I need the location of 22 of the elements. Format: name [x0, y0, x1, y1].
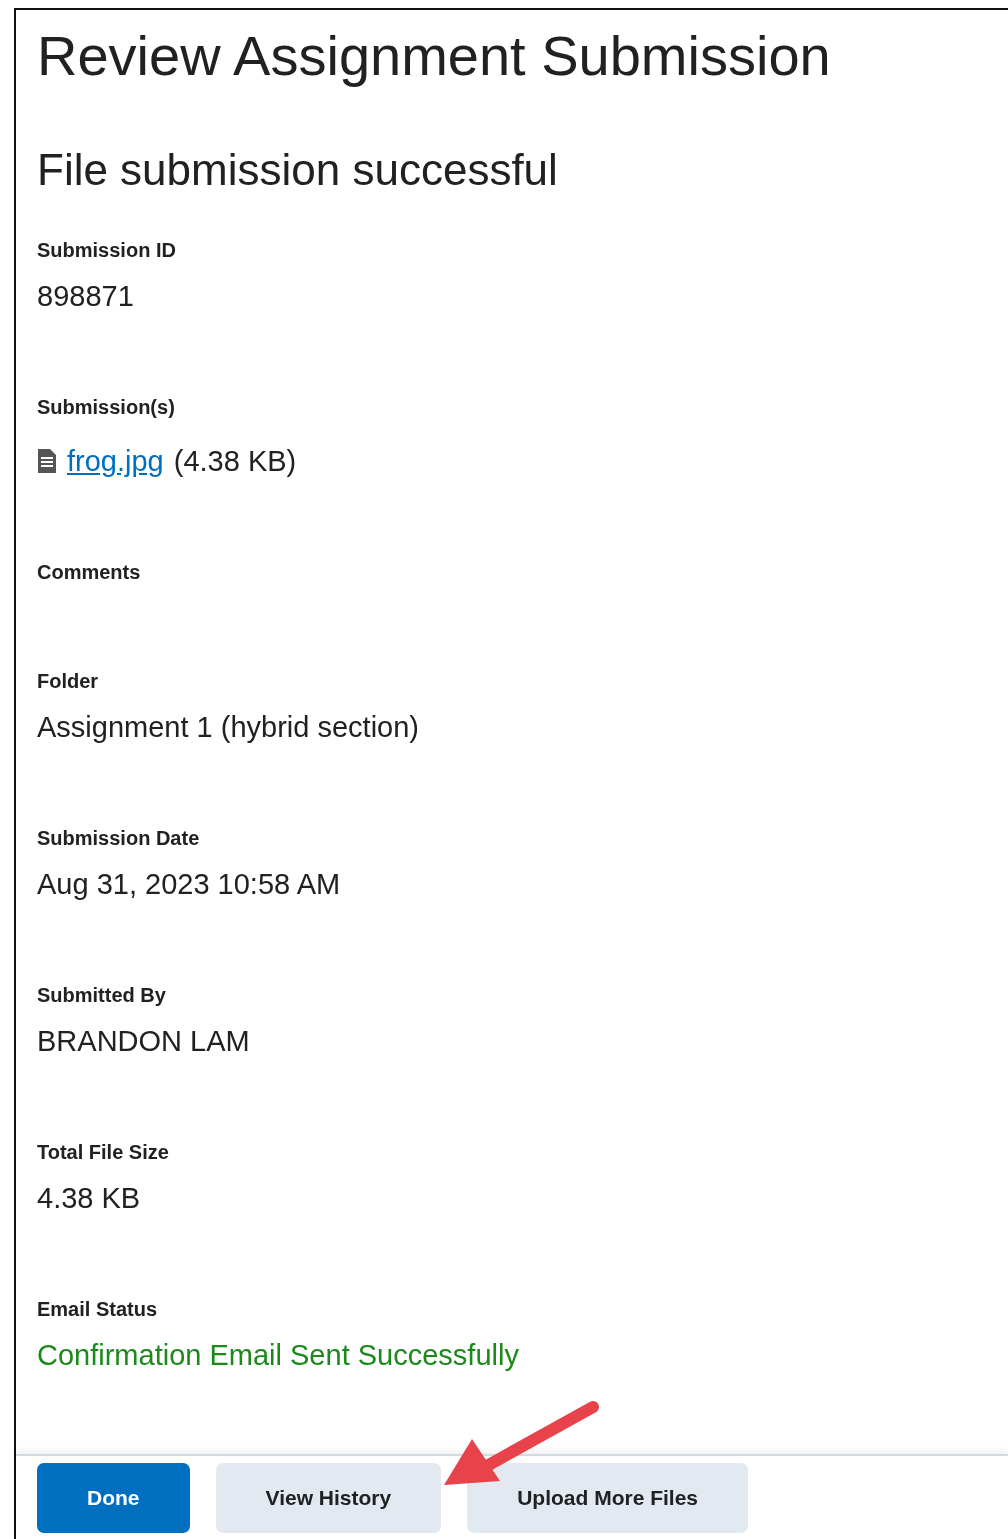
field-label: Submitted By — [37, 983, 166, 1007]
field-label: Comments — [37, 560, 141, 584]
action-button[interactable]: View History — [215, 1462, 442, 1533]
document-icon — [37, 448, 57, 474]
field-label: Submission Date — [37, 826, 200, 850]
field-label: Submission(s) — [37, 395, 175, 419]
field-value: Aug 31, 2023 10:58 AM — [37, 867, 341, 902]
field-value: BRANDON LAM — [37, 1024, 250, 1059]
field-value: 898871 — [37, 279, 134, 314]
field-value: Assignment 1 (hybrid section) — [37, 710, 419, 745]
status-message: Confirmation Email Sent Successfully — [37, 1338, 519, 1373]
field-label: Total File Size — [37, 1140, 169, 1164]
action-button[interactable]: Upload More Files — [467, 1462, 749, 1533]
file-link[interactable]: frog.jpg — [67, 441, 164, 481]
page-title: Review Assignment Submission — [37, 23, 832, 89]
done-button[interactable]: Done — [37, 1462, 190, 1533]
file-size: (4.38 KB) — [173, 444, 297, 479]
field-label: Submission ID — [37, 238, 176, 262]
field-label: Folder — [37, 669, 99, 693]
field-label: Email Status — [37, 1297, 158, 1321]
success-heading: File submission successful — [37, 144, 559, 196]
field-value: 4.38 KB — [37, 1181, 141, 1216]
